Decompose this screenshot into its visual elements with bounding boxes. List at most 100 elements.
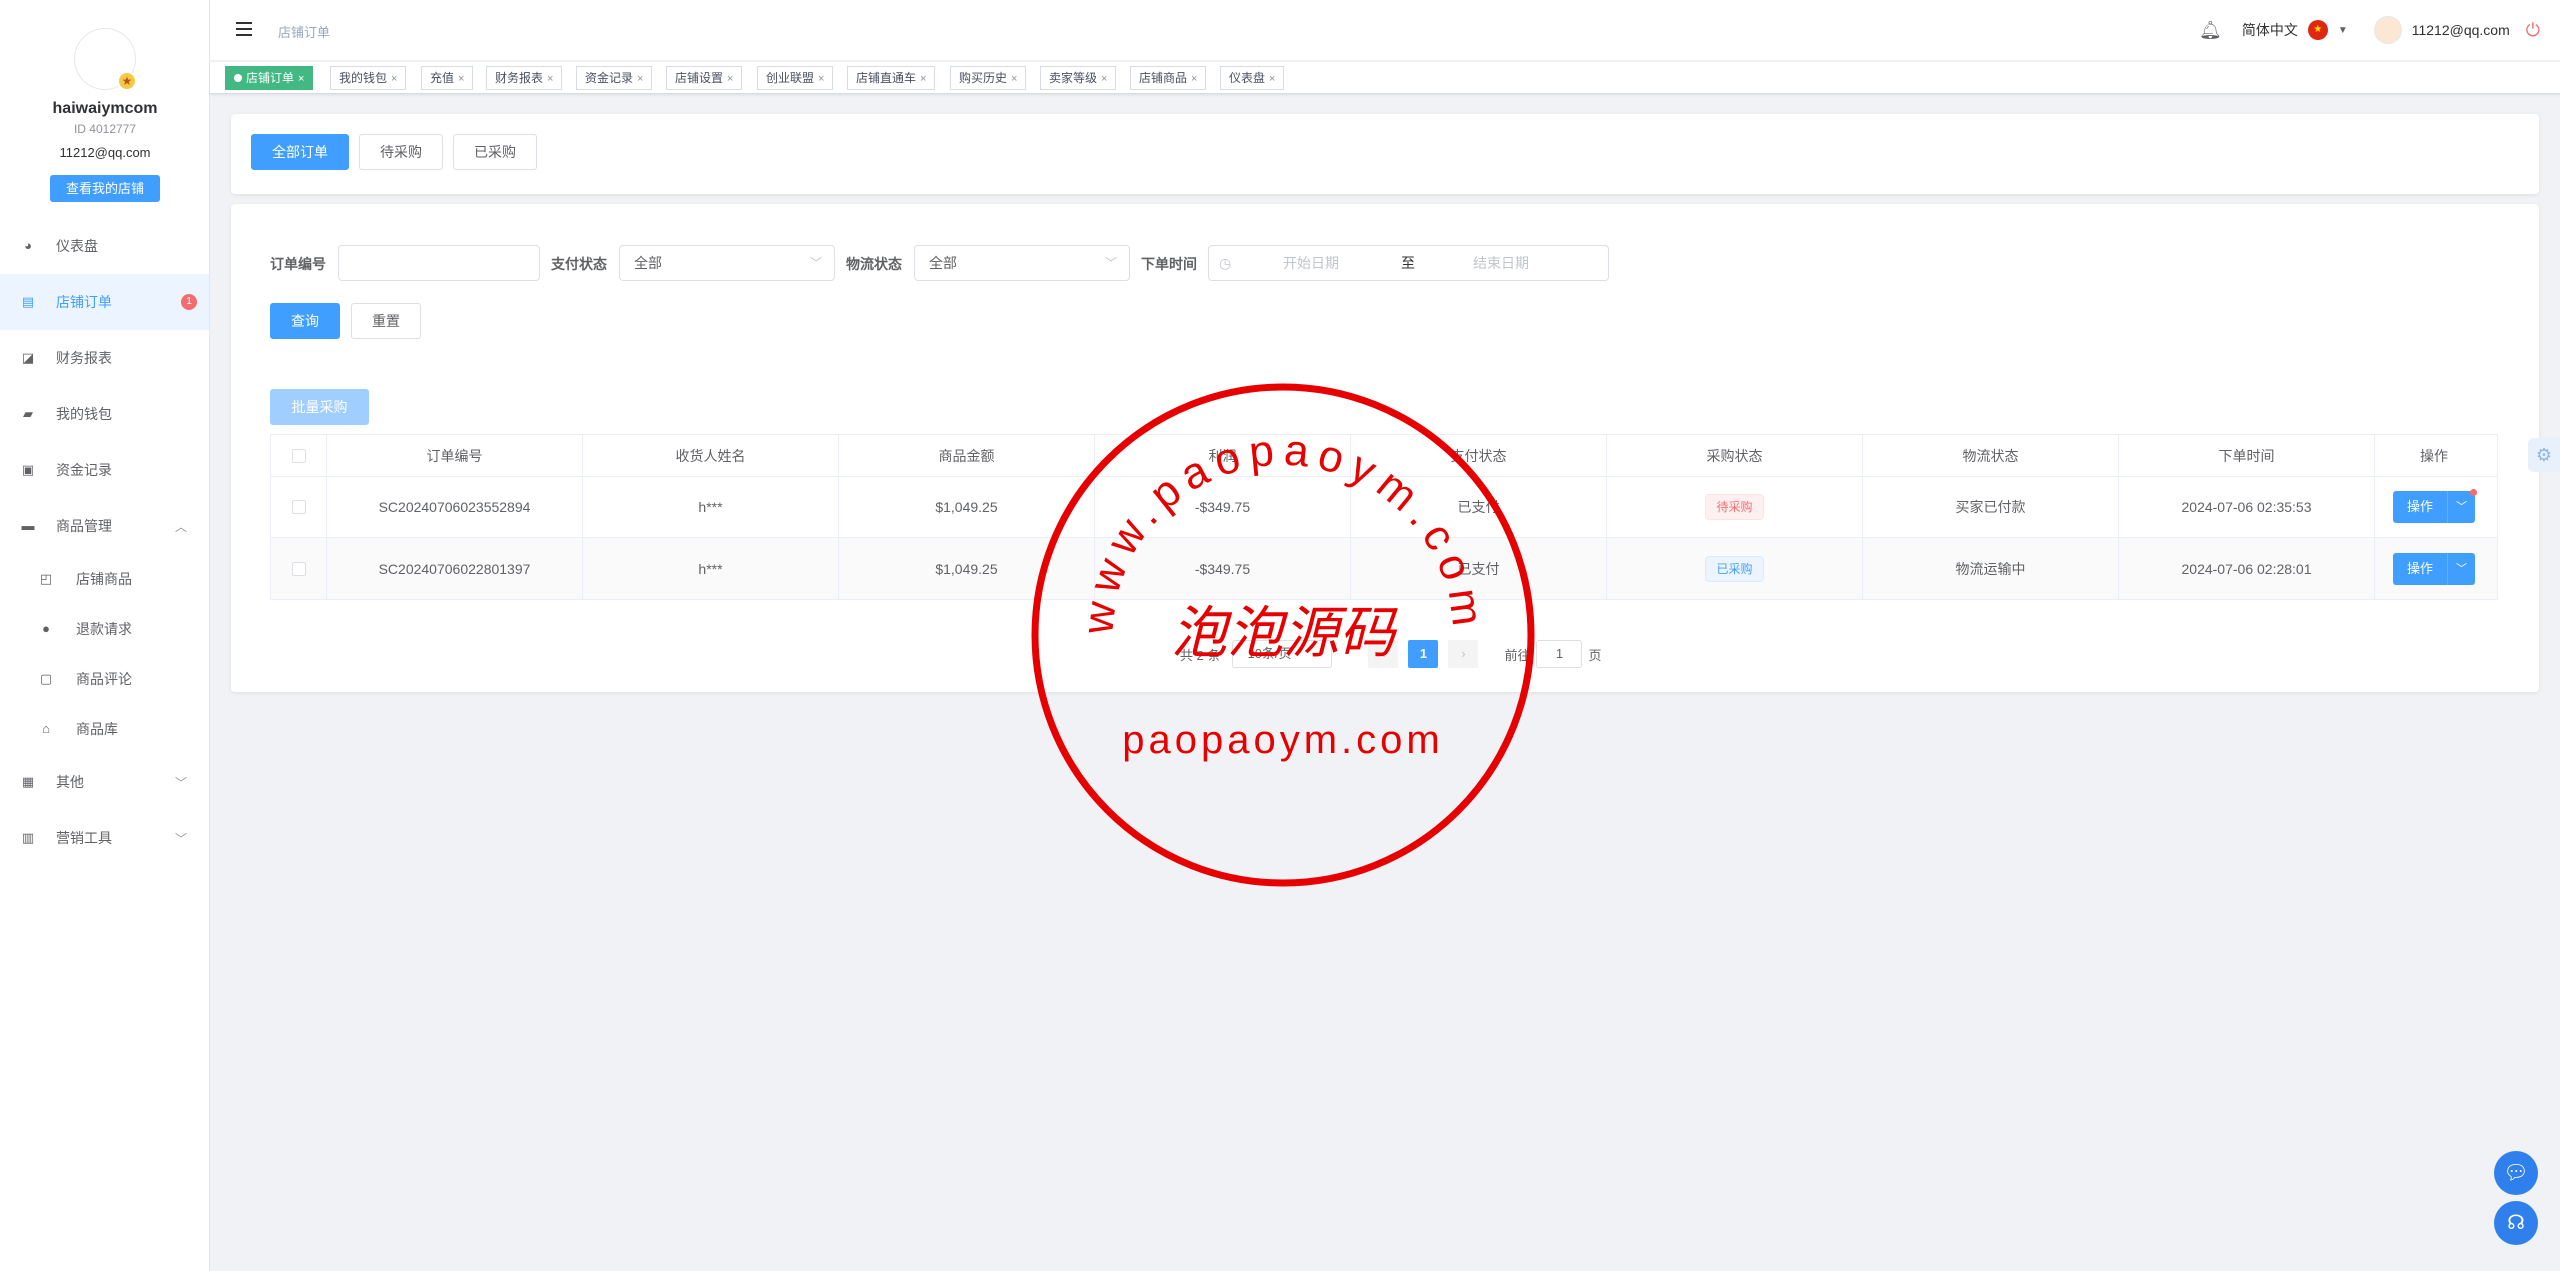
- tag-dashboard[interactable]: 仪表盘 ×: [1220, 66, 1285, 90]
- tag-shop-orders[interactable]: 店铺订单 ×: [225, 66, 314, 90]
- bag-icon: ◰: [39, 571, 53, 586]
- caret-down-icon[interactable]: ▼: [2338, 25, 2348, 36]
- tag-recharge[interactable]: 充值 ×: [421, 66, 474, 90]
- profit-cell: -$349.75: [1095, 538, 1351, 599]
- receiver-name-cell: h***: [583, 538, 839, 599]
- close-icon[interactable]: ×: [727, 73, 733, 85]
- header-avatar[interactable]: [2373, 16, 2402, 44]
- order-no-input[interactable]: [338, 245, 540, 281]
- pay-status-select[interactable]: 全部 ﹀: [619, 245, 835, 281]
- tag-seller-level[interactable]: 卖家等级 ×: [1040, 66, 1117, 90]
- tag-shop-express[interactable]: 店铺直通车 ×: [847, 66, 936, 90]
- close-icon[interactable]: ×: [298, 73, 304, 85]
- sidebar-item-finance-report[interactable]: ◪ 财务报表: [0, 330, 209, 386]
- view-shop-button[interactable]: 查看我的店铺: [50, 175, 160, 202]
- header-right: 🔔︎ 简体中文 ★ ▼ 11212@qq.com ⏻: [2199, 14, 2540, 46]
- logistics-select[interactable]: 全部 ﹀: [914, 245, 1130, 281]
- sidebar-item-shop-orders[interactable]: ▤ 店铺订单 1: [0, 274, 209, 330]
- sidebar-item-label: 商品评论: [76, 671, 132, 687]
- tag-purchase-history[interactable]: 购买历史 ×: [950, 66, 1027, 90]
- hamburger-menu-icon[interactable]: [236, 22, 252, 36]
- sidebar-item-label: 资金记录: [56, 462, 112, 478]
- tag-shop-settings[interactable]: 店铺设置 ×: [666, 66, 743, 90]
- avatar[interactable]: ★: [74, 28, 137, 91]
- next-page-icon[interactable]: ›: [1448, 640, 1479, 668]
- close-icon[interactable]: ×: [1011, 73, 1017, 85]
- column-header: 利润: [1095, 435, 1351, 476]
- chat-icon[interactable]: 💬︎: [2494, 1151, 2538, 1195]
- chevron-down-icon[interactable]: ﹀: [2447, 552, 2475, 585]
- batch-purchase-button[interactable]: 批量采购: [270, 389, 369, 425]
- column-header: 物流状态: [1863, 435, 2119, 476]
- header-user-email[interactable]: 11212@qq.com: [2412, 22, 2510, 38]
- end-date-input[interactable]: 结束日期: [1473, 246, 1529, 280]
- close-icon[interactable]: ×: [1269, 73, 1275, 85]
- table-row[interactable]: SC20240706023552894 h*** $1,049.25 -$349…: [271, 477, 2497, 538]
- sidebar-item-dashboard[interactable]: ◕ 仪表盘: [0, 218, 209, 274]
- comment-icon: ▢: [39, 671, 53, 686]
- close-icon[interactable]: ×: [637, 73, 643, 85]
- tag-shop-products[interactable]: 店铺商品 ×: [1130, 66, 1207, 90]
- page-number[interactable]: 1: [1408, 640, 1439, 668]
- sidebar-item-product-management[interactable]: ▬ 商品管理 ︿: [0, 498, 209, 554]
- table-row[interactable]: SC20240706022801397 h*** $1,049.25 -$349…: [271, 538, 2497, 599]
- operation-dropdown-button[interactable]: 操作 ﹀: [2393, 552, 2475, 585]
- sidebar-item-shop-products[interactable]: ◰ 店铺商品: [0, 554, 209, 604]
- bell-icon[interactable]: 🔔︎: [2199, 20, 2222, 41]
- tab-purchased[interactable]: 已采购: [453, 134, 537, 170]
- pagination-total: 共 2 条: [1180, 647, 1221, 663]
- operation-dropdown-button[interactable]: 操作 ﹀: [2393, 489, 2477, 523]
- customer-service-icon[interactable]: ☊: [2494, 1201, 2538, 1245]
- column-header: 采购状态: [1607, 435, 1863, 476]
- language-label[interactable]: 简体中文: [2242, 20, 2298, 40]
- goto-page-input[interactable]: 1: [1536, 640, 1583, 668]
- sidebar-item-refund-requests[interactable]: ● 退款请求: [0, 604, 209, 654]
- tab-all-orders[interactable]: 全部订单: [251, 134, 349, 170]
- close-icon[interactable]: ×: [920, 73, 926, 85]
- column-header: 订单编号: [327, 435, 583, 476]
- chevron-down-icon[interactable]: ﹀: [2447, 489, 2477, 523]
- row-checkbox[interactable]: [291, 561, 306, 576]
- close-icon[interactable]: ×: [1191, 73, 1197, 85]
- date-range-picker[interactable]: ◷ 开始日期 至 结束日期: [1208, 245, 1609, 281]
- sidebar-item-wallet[interactable]: ▰ 我的钱包: [0, 386, 209, 442]
- sidebar-item-others[interactable]: ▦ 其他 ﹀: [0, 754, 209, 810]
- power-icon[interactable]: ⏻: [2526, 20, 2540, 41]
- start-date-input[interactable]: 开始日期: [1283, 246, 1339, 280]
- prev-page-icon[interactable]: ‹: [1368, 640, 1399, 668]
- reset-button[interactable]: 重置: [351, 303, 421, 339]
- sidebar-item-product-library[interactable]: ⌂ 商品库: [0, 704, 209, 754]
- close-icon[interactable]: ×: [458, 73, 464, 85]
- briefcase-icon: ▬: [21, 518, 35, 533]
- sidebar-item-label: 仪表盘: [56, 238, 98, 254]
- sidebar-item-fund-records[interactable]: ▣ 资金记录: [0, 442, 209, 498]
- dashboard-icon: ◕: [24, 238, 32, 253]
- watermark-bottom-text: paopaoym.com: [1122, 718, 1443, 762]
- sidebar-item-label: 我的钱包: [56, 406, 112, 422]
- tag-alliance[interactable]: 创业联盟 ×: [757, 66, 834, 90]
- tag-wallet[interactable]: 我的钱包 ×: [330, 66, 407, 90]
- chevron-down-icon: ﹀: [1104, 256, 1117, 270]
- close-icon[interactable]: ×: [1101, 73, 1107, 85]
- operation-button[interactable]: 操作: [2393, 552, 2447, 585]
- logistics-label: 物流状态: [846, 256, 902, 272]
- query-button[interactable]: 查询: [270, 303, 340, 339]
- page-size-select[interactable]: 10条/页: [1232, 640, 1333, 668]
- select-all-checkbox[interactable]: [291, 448, 306, 463]
- china-flag-icon[interactable]: ★: [2307, 20, 2328, 40]
- tags-view: 店铺订单 × 我的钱包 × 充值 × 财务报表 × 资金记录 × 店铺设置 × 创业联盟 × …: [210, 62, 2560, 94]
- breadcrumb: 店铺订单: [278, 25, 331, 40]
- operation-button[interactable]: 操作: [2393, 491, 2447, 523]
- chevron-down-icon: ﹀: [809, 256, 822, 270]
- close-icon[interactable]: ×: [547, 73, 553, 85]
- tag-fund-records[interactable]: 资金记录 ×: [576, 66, 653, 90]
- row-checkbox[interactable]: [291, 500, 306, 514]
- tab-pending-purchase[interactable]: 待采购: [359, 134, 443, 170]
- close-icon[interactable]: ×: [391, 73, 397, 85]
- sidebar-item-product-reviews[interactable]: ▢ 商品评论: [0, 654, 209, 704]
- settings-gear-icon[interactable]: ⚙: [2528, 438, 2560, 472]
- tag-finance-report[interactable]: 财务报表 ×: [486, 66, 563, 90]
- close-icon[interactable]: ×: [818, 73, 824, 85]
- sidebar-item-label: 退款请求: [76, 621, 132, 637]
- sidebar-item-marketing-tools[interactable]: ▥ 营销工具 ﹀: [0, 810, 209, 866]
